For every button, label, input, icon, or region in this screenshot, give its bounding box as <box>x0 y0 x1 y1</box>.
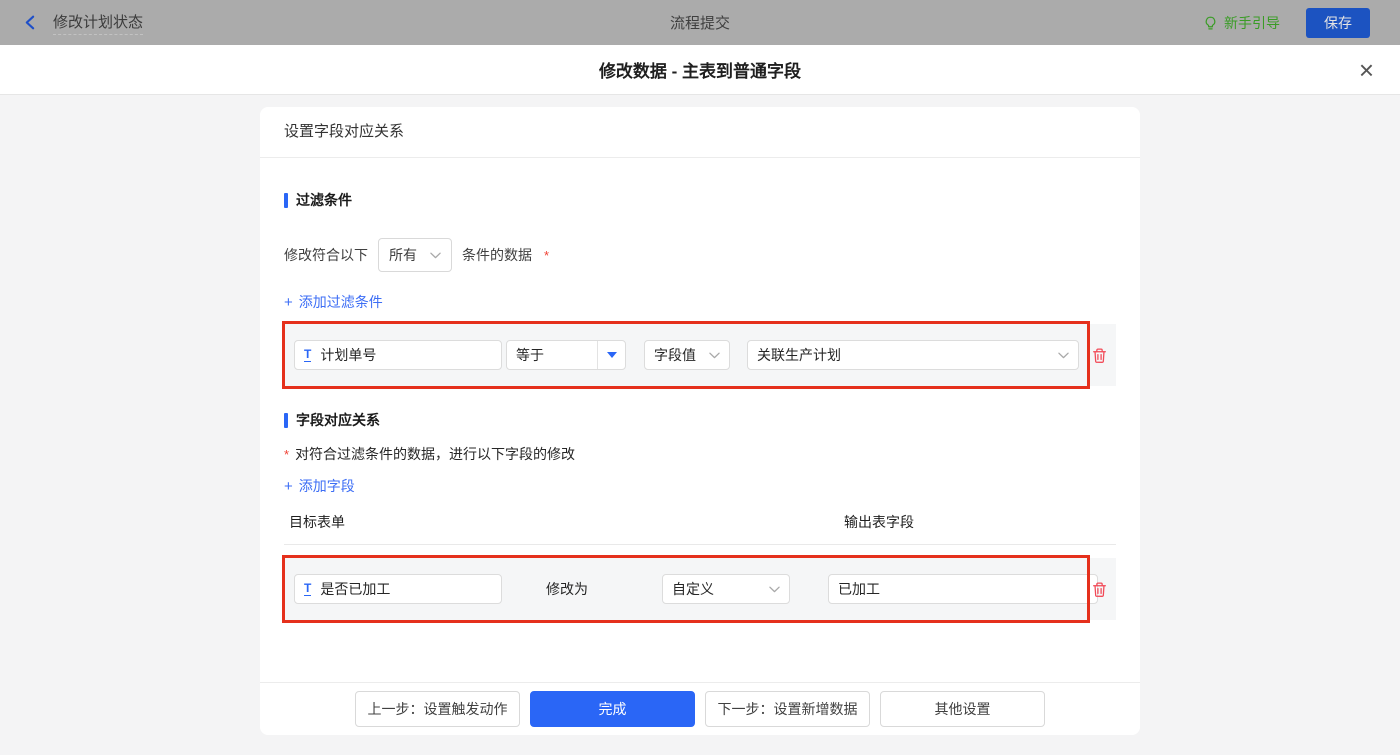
add-field-label: 添加字段 <box>298 478 355 494</box>
delete-condition-button[interactable] <box>1088 344 1110 366</box>
workflow-title[interactable]: 修改计划状态 <box>53 11 144 35</box>
beginner-guide-link[interactable]: 新手引导 <box>1203 13 1280 33</box>
caret-down-icon <box>606 352 617 358</box>
save-button[interactable]: 保存 <box>1306 7 1370 38</box>
beginner-guide-label: 新手引导 <box>1224 14 1280 31</box>
mapping-value-type-select[interactable]: 自定义 <box>662 574 790 604</box>
text-field-icon: T <box>304 581 312 596</box>
close-icon[interactable]: × <box>1359 57 1374 83</box>
filter-field-select[interactable]: T 计划单号 <box>294 340 502 370</box>
trash-icon <box>1092 347 1106 363</box>
finish-button[interactable]: 完成 <box>530 691 695 727</box>
topbar-right: 新手引导 保存 <box>1203 7 1370 38</box>
prev-step-button[interactable]: 上一步：设置触发动作 <box>355 691 520 727</box>
panel-footer: 上一步：设置触发动作 完成 下一步：设置新增数据 其他设置 <box>260 682 1140 735</box>
match-suffix-label: 条件的数据 <box>462 247 532 263</box>
chevron-down-icon <box>769 586 780 592</box>
settings-panel: 设置字段对应关系 过滤条件 修改符合以下 所有 条件的数据 * + 添加过滤条件… <box>260 107 1140 735</box>
mapping-value-type: 自定义 <box>672 581 714 597</box>
add-filter-condition-link[interactable]: + 添加过滤条件 <box>284 292 383 312</box>
match-prefix-label: 修改符合以下 <box>284 247 368 263</box>
trash-icon <box>1092 581 1106 597</box>
modal-title: 修改数据 - 主表到普通字段 <box>598 62 802 81</box>
next-step-button[interactable]: 下一步：设置新增数据 <box>705 691 870 727</box>
topbar: 修改计划状态 流程提交 新手引导 保存 <box>0 0 1400 45</box>
modal-header: 修改数据 - 主表到普通字段 × <box>0 45 1400 95</box>
text-field-icon: T <box>304 347 312 362</box>
section-bar-icon <box>284 412 288 428</box>
topbar-center-title: 流程提交 <box>669 15 730 32</box>
section-bar-icon <box>284 192 288 208</box>
panel-content: 过滤条件 修改符合以下 所有 条件的数据 * + 添加过滤条件 T 计划单号 等… <box>260 158 1140 682</box>
plus-icon: + <box>284 477 293 495</box>
custom-value-input[interactable] <box>828 574 1098 604</box>
chevron-down-icon <box>1058 352 1069 358</box>
target-field-select[interactable]: T 是否已加工 <box>294 574 502 604</box>
filter-condition-row: T 计划单号 等于 字段值 关联生产计划 <box>282 321 1116 389</box>
delete-field-button[interactable] <box>1088 578 1110 600</box>
mapping-column-headers: 目标表单 输出表字段 <box>284 512 1116 545</box>
back-icon[interactable] <box>22 14 39 31</box>
value-type-value: 字段值 <box>654 347 696 363</box>
filter-section-title: 过滤条件 <box>284 190 1116 210</box>
add-field-link[interactable]: + 添加字段 <box>284 476 355 496</box>
operator-caret-section[interactable] <box>597 341 625 369</box>
add-filter-condition-label: 添加过滤条件 <box>298 294 383 310</box>
mapping-section-title: 字段对应关系 <box>284 410 1116 430</box>
filter-value-select[interactable]: 关联生产计划 <box>747 340 1079 370</box>
value-type-select[interactable]: 字段值 <box>644 340 730 370</box>
field-mapping-row: T 是否已加工 修改为 自定义 <box>282 555 1116 623</box>
bulb-icon <box>1203 15 1218 31</box>
chevron-down-icon <box>430 252 441 258</box>
operator-value: 等于 <box>516 347 544 363</box>
modal-body: 设置字段对应关系 过滤条件 修改符合以下 所有 条件的数据 * + 添加过滤条件… <box>0 95 1400 755</box>
match-mode-value: 所有 <box>389 247 417 263</box>
modify-to-label: 修改为 <box>546 581 588 597</box>
filter-field-value: 计划单号 <box>320 347 377 363</box>
modal: 修改数据 - 主表到普通字段 × 设置字段对应关系 过滤条件 修改符合以下 所有 <box>0 45 1400 755</box>
output-field-column-header: 输出表字段 <box>844 514 914 530</box>
other-settings-button[interactable]: 其他设置 <box>880 691 1045 727</box>
target-field-value: 是否已加工 <box>320 581 391 597</box>
topbar-left: 修改计划状态 <box>22 11 144 35</box>
target-form-column-header: 目标表单 <box>289 514 345 530</box>
filter-section-label: 过滤条件 <box>296 192 352 208</box>
match-mode-select[interactable]: 所有 <box>378 238 452 272</box>
filter-match-row: 修改符合以下 所有 条件的数据 * <box>284 238 1116 272</box>
panel-header: 设置字段对应关系 <box>260 107 1140 158</box>
mapping-section-label: 字段对应关系 <box>296 412 380 428</box>
plus-icon: + <box>284 293 293 311</box>
chevron-down-icon <box>709 352 720 358</box>
required-asterisk: * <box>544 247 550 263</box>
operator-select[interactable]: 等于 <box>506 340 626 370</box>
filter-value: 关联生产计划 <box>757 347 841 363</box>
app-root: 修改计划状态 流程提交 新手引导 保存 修改数据 - 主表到普通字段 × 设置字… <box>0 0 1400 755</box>
